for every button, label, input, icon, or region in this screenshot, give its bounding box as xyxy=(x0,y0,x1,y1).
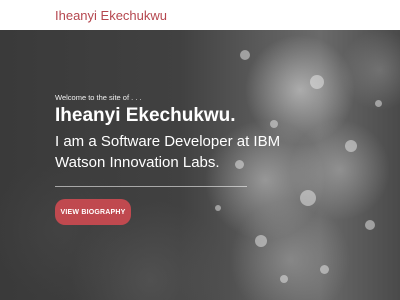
site-header: Iheanyi Ekechukwu xyxy=(0,0,400,30)
hero-divider xyxy=(55,186,247,187)
hero-tagline: I am a Software Developer at IBM Watson … xyxy=(55,133,281,171)
hero-name: Iheanyi Ekechukwu. xyxy=(55,105,236,126)
intro-text: Welcome to the site of . . . xyxy=(55,93,142,102)
view-biography-button[interactable]: VIEW BIOGRAPHY xyxy=(55,199,131,225)
brand-link[interactable]: Iheanyi Ekechukwu xyxy=(55,8,167,23)
